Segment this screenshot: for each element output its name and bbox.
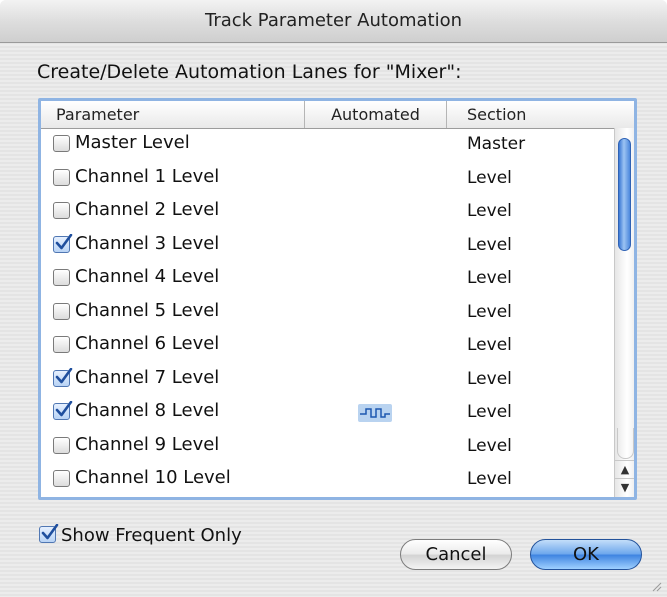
scroll-down-arrow-icon[interactable]: ▼	[615, 478, 635, 497]
dialog-heading: Create/Delete Automation Lanes for "Mixe…	[37, 61, 461, 83]
column-header-section[interactable]: Section	[447, 101, 613, 128]
cancel-button[interactable]: Cancel	[400, 539, 512, 570]
row-checkbox[interactable]	[53, 269, 70, 286]
section-value: Level	[467, 369, 512, 389]
checkmark-icon	[55, 234, 73, 252]
table-row[interactable]: Channel 6 Level Level	[41, 329, 614, 363]
section-value: Level	[467, 235, 512, 255]
column-header-parameter[interactable]: Parameter	[41, 101, 305, 128]
automation-envelope-icon	[358, 404, 392, 422]
row-checkbox[interactable]	[53, 437, 70, 454]
checkmark-icon	[55, 368, 73, 386]
title-bar[interactable]: Track Parameter Automation	[0, 0, 667, 43]
table-row[interactable]: Channel 1 Level Level	[41, 162, 614, 196]
table-header: Parameter Automated Section	[41, 101, 637, 129]
section-value: Level	[467, 402, 512, 422]
table-row[interactable]: Channel 2 Level Level	[41, 195, 614, 229]
table-row[interactable]: Channel 5 Level Level	[41, 296, 614, 330]
parameter-name: Master Level	[75, 132, 190, 153]
section-value: Level	[467, 469, 512, 489]
checkmark-icon	[55, 401, 73, 419]
scroll-up-arrow-icon[interactable]: ▲	[615, 460, 635, 479]
row-checkbox[interactable]	[53, 169, 70, 186]
table-row[interactable]: Channel 4 Level Level	[41, 262, 614, 296]
table-row[interactable]: Master Level Master	[41, 128, 614, 162]
parameter-name: Channel 6 Level	[75, 333, 219, 354]
section-value: Level	[467, 268, 512, 288]
parameter-name: Channel 1 Level	[75, 166, 219, 187]
row-checkbox[interactable]	[53, 370, 70, 387]
column-header-automated[interactable]: Automated	[305, 101, 447, 128]
vertical-scrollbar[interactable]: ▲ ▼	[614, 128, 635, 497]
section-value: Level	[467, 436, 512, 456]
parameter-table: Parameter Automated Section Master Level…	[38, 98, 637, 500]
row-checkbox[interactable]	[53, 135, 70, 152]
row-checkbox[interactable]	[53, 336, 70, 353]
section-value: Master	[467, 134, 525, 154]
scrollbar-thumb[interactable]	[618, 138, 631, 251]
table-row[interactable]: Channel 8 Level Level	[41, 396, 614, 430]
table-row[interactable]: Channel 9 Level Level	[41, 430, 614, 464]
parameter-name: Channel 3 Level	[75, 233, 219, 254]
table-row[interactable]: Channel 10 Level Level	[41, 463, 614, 497]
row-checkbox[interactable]	[53, 403, 70, 420]
section-value: Level	[467, 302, 512, 322]
ok-button[interactable]: OK	[530, 539, 642, 570]
show-frequent-label: Show Frequent Only	[61, 525, 242, 546]
parameter-name: Channel 7 Level	[75, 367, 219, 388]
parameter-name: Channel 9 Level	[75, 434, 219, 455]
table-row[interactable]: Channel 7 Level Level	[41, 363, 614, 397]
section-value: Level	[467, 335, 512, 355]
parameter-name: Channel 10 Level	[75, 467, 231, 488]
row-checkbox[interactable]	[53, 236, 70, 253]
row-checkbox[interactable]	[53, 202, 70, 219]
section-value: Level	[467, 201, 512, 221]
parameter-name: Channel 5 Level	[75, 300, 219, 321]
table-rows: Master LevelMasterChannel 1 LevelLevelCh…	[41, 128, 614, 497]
row-checkbox[interactable]	[53, 303, 70, 320]
automation-dialog: Track Parameter Automation Create/Delete…	[0, 0, 667, 597]
parameter-name: Channel 2 Level	[75, 199, 219, 220]
resize-grip-icon[interactable]	[650, 580, 662, 592]
show-frequent-checkbox-box[interactable]	[39, 526, 56, 543]
parameter-name: Channel 4 Level	[75, 266, 219, 287]
scrollbar-track-end	[617, 428, 634, 459]
checkmark-icon	[41, 524, 59, 542]
table-row[interactable]: Channel 3 Level Level	[41, 229, 614, 263]
window-title: Track Parameter Automation	[0, 10, 667, 31]
row-checkbox[interactable]	[53, 470, 70, 487]
parameter-name: Channel 8 Level	[75, 400, 219, 421]
section-value: Level	[467, 168, 512, 188]
